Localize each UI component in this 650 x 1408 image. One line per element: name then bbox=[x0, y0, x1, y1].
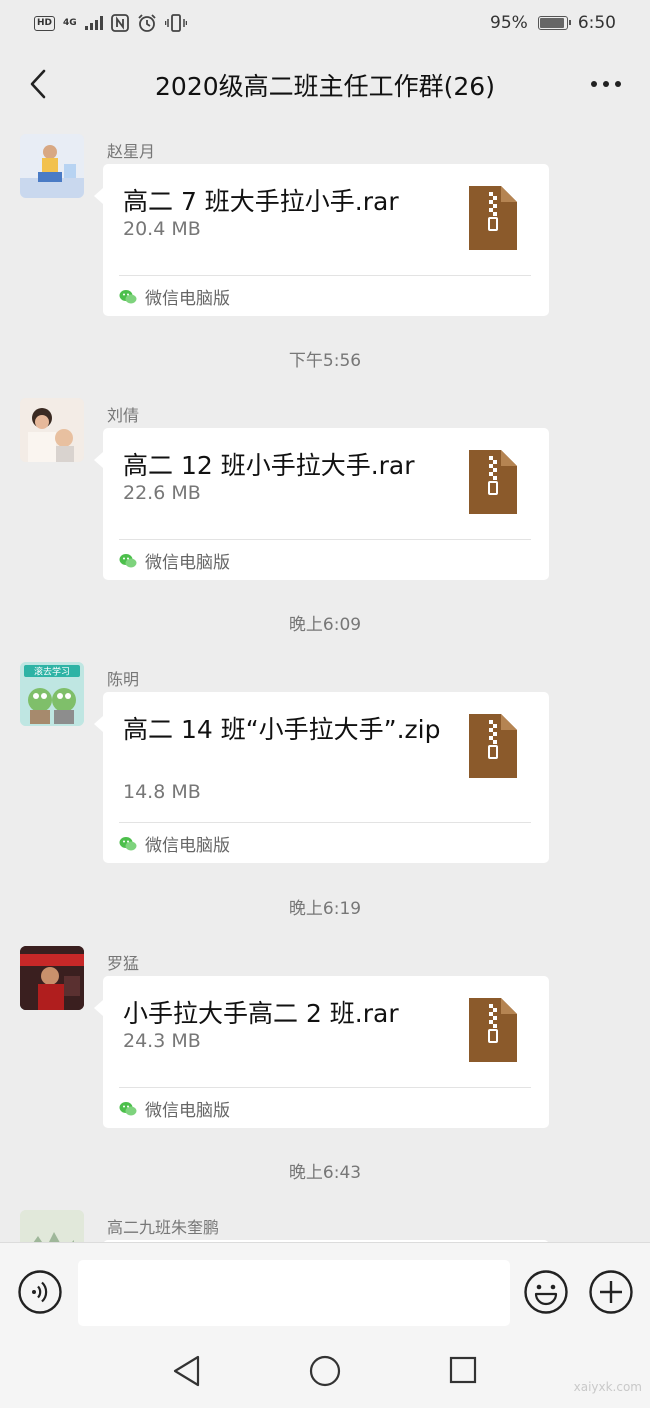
input-bar bbox=[0, 1242, 650, 1341]
file-bubble[interactable]: 高二 7 班大手拉小手.rar 20.4 MB 微信电脑版 bbox=[94, 164, 549, 316]
divider bbox=[119, 1087, 531, 1088]
nav-recent-icon[interactable] bbox=[448, 1355, 478, 1385]
avatar[interactable] bbox=[20, 398, 84, 462]
avatar[interactable] bbox=[20, 946, 84, 1010]
divider bbox=[119, 539, 531, 540]
avatar[interactable] bbox=[20, 134, 84, 198]
message-list[interactable]: 赵星月 高二 7 班大手拉小手.rar 20.4 MB 微信电脑版 下午5:56… bbox=[0, 124, 650, 1242]
hd-badge: HD bbox=[34, 15, 56, 31]
battery-icon bbox=[537, 16, 571, 30]
wechat-icon bbox=[119, 1101, 137, 1115]
nfc-icon bbox=[110, 14, 129, 32]
file-bubble[interactable]: 小手拉大手高二 2 班.rar 24.3 MB 微信电脑版 bbox=[94, 976, 549, 1128]
sender-name: 赵星月 bbox=[107, 142, 156, 161]
avatar[interactable] bbox=[20, 1210, 84, 1242]
chat-title: 2020级高二班主任工作群(26) bbox=[155, 72, 495, 101]
wechat-icon bbox=[119, 836, 137, 850]
sender-name: 陈明 bbox=[107, 670, 140, 689]
divider bbox=[119, 822, 531, 823]
nav-home-icon[interactable] bbox=[308, 1354, 342, 1388]
sender-name: 罗猛 bbox=[107, 954, 140, 973]
zip-file-icon bbox=[469, 998, 517, 1062]
source-label: 微信电脑版 bbox=[145, 289, 230, 309]
status-bar: HD 4G 95% 6:50 bbox=[0, 0, 650, 46]
battery-percent: 95% bbox=[490, 13, 528, 33]
file-name: 高二 12 班小手拉大手.rar bbox=[123, 451, 415, 480]
file-size: 24.3 MB bbox=[123, 1030, 201, 1052]
signal-icon bbox=[84, 16, 103, 30]
sender-name: 高二九班朱奎鹏 bbox=[107, 1218, 220, 1237]
avatar[interactable]: 滚去学习 bbox=[20, 662, 84, 726]
source-label: 微信电脑版 bbox=[145, 1101, 230, 1121]
emoji-button[interactable] bbox=[523, 1269, 569, 1315]
back-button[interactable] bbox=[18, 64, 58, 104]
zip-file-icon bbox=[469, 186, 517, 250]
sender-name: 刘倩 bbox=[107, 406, 140, 425]
source-label: 微信电脑版 bbox=[145, 553, 230, 573]
message-input[interactable] bbox=[78, 1260, 510, 1326]
chevron-left-icon bbox=[30, 69, 46, 99]
file-size: 14.8 MB bbox=[123, 781, 201, 803]
vibrate-icon bbox=[164, 14, 187, 32]
file-name: 高二 7 班大手拉小手.rar bbox=[123, 187, 399, 216]
timestamp: 晚上6:09 bbox=[288, 615, 362, 635]
emoji-icon bbox=[524, 1270, 568, 1314]
wechat-icon bbox=[119, 289, 137, 303]
system-nav-bar: xaiyxk.com bbox=[0, 1340, 650, 1408]
plus-icon bbox=[589, 1270, 633, 1314]
file-bubble[interactable]: 高二 12 班小手拉大手.rar 22.6 MB 微信电脑版 bbox=[94, 428, 549, 580]
more-button[interactable] bbox=[584, 64, 628, 104]
nav-back-icon[interactable] bbox=[170, 1354, 204, 1388]
voice-button[interactable] bbox=[17, 1269, 63, 1315]
avatar-caption: 滚去学习 bbox=[34, 666, 70, 678]
zip-file-icon bbox=[469, 714, 517, 778]
watermark: xaiyxk.com bbox=[573, 1380, 642, 1394]
file-name: 小手拉大手高二 2 班.rar bbox=[123, 999, 399, 1028]
more-icon bbox=[591, 81, 621, 87]
zip-file-icon bbox=[469, 450, 517, 514]
timestamp: 晚上6:19 bbox=[288, 899, 362, 919]
network-type: 4G bbox=[63, 17, 77, 28]
alarm-icon bbox=[138, 14, 156, 32]
timestamp: 晚上6:43 bbox=[288, 1163, 362, 1183]
file-bubble[interactable]: 高二 14 班“小手拉大手”.zip 14.8 MB 微信电脑版 bbox=[94, 692, 549, 863]
file-source: 微信电脑版 bbox=[119, 831, 230, 856]
file-name: 高二 14 班“小手拉大手”.zip bbox=[123, 715, 441, 744]
wechat-icon bbox=[119, 553, 137, 567]
plus-button[interactable] bbox=[588, 1269, 634, 1315]
chat-header: 2020级高二班主任工作群(26) bbox=[0, 46, 650, 124]
clock: 6:50 bbox=[577, 13, 616, 33]
file-source: 微信电脑版 bbox=[119, 548, 230, 573]
source-label: 微信电脑版 bbox=[145, 836, 230, 856]
voice-icon bbox=[18, 1270, 62, 1314]
divider bbox=[119, 275, 531, 276]
file-size: 20.4 MB bbox=[123, 218, 201, 240]
file-source: 微信电脑版 bbox=[119, 1096, 230, 1121]
file-source: 微信电脑版 bbox=[119, 284, 230, 309]
timestamp: 下午5:56 bbox=[288, 351, 362, 371]
file-size: 22.6 MB bbox=[123, 482, 201, 504]
